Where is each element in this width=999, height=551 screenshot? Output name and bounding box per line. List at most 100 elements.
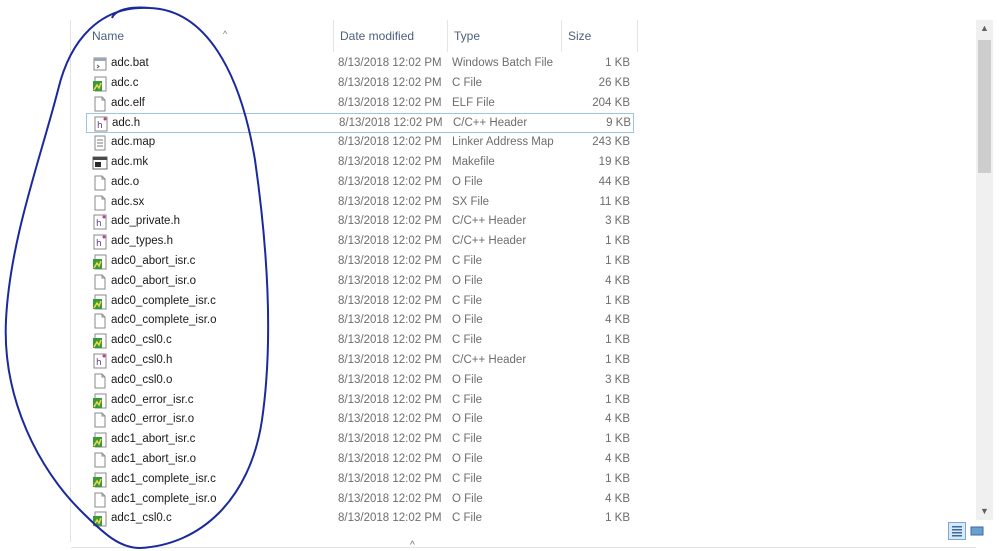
column-header-name[interactable]: Name ^ xyxy=(86,20,334,52)
large-icons-view-icon[interactable] xyxy=(968,522,986,540)
file-size: 1 KB xyxy=(605,235,630,248)
file-size: 3 KB xyxy=(605,215,630,228)
file-name: adc1_abort_isr.o xyxy=(111,453,197,465)
column-header-size[interactable]: Size xyxy=(562,20,638,52)
generic-file-icon xyxy=(92,313,108,329)
file-name: adc_private.h xyxy=(111,215,181,228)
file-row[interactable]: adc0_csl0.o 8/13/2018 12:02 PM O File 3 KB xyxy=(86,371,634,391)
file-name: adc_types.h xyxy=(111,235,174,248)
file-name: adc.mk xyxy=(111,156,149,168)
file-size: 1 KB xyxy=(605,57,630,69)
file-type: ELF File xyxy=(452,96,495,109)
generic-file-icon xyxy=(92,373,108,389)
file-type: C/C++ Header xyxy=(452,215,527,228)
file-type: O File xyxy=(452,274,483,287)
file-name: adc0_error_isr.c xyxy=(111,393,194,406)
file-row[interactable]: adc.map 8/13/2018 12:02 PM Linker Address … xyxy=(86,133,634,153)
file-name: adc.elf xyxy=(111,96,145,109)
file-date-modified: 8/13/2018 12:02 PM xyxy=(338,433,442,446)
file-row[interactable]: adc1_abort_isr.c 8/13/2018 12:02 PM C File… xyxy=(86,430,634,450)
file-row[interactable]: adc.bat 8/13/2018 12:02 PM Windows Batch F… xyxy=(86,54,634,74)
vertical-scrollbar[interactable]: ▲ ▼ xyxy=(976,20,993,520)
file-type: C/C++ Header xyxy=(452,235,527,248)
file-row[interactable]: adc.mk 8/13/2018 12:02 PM Makefile 19 KB xyxy=(86,153,634,173)
file-row[interactable]: adc0_complete_isr.o 8/13/2018 12:02 PM O F… xyxy=(86,311,634,331)
header-file-icon: h xyxy=(92,353,108,369)
file-name: adc0_abort_isr.o xyxy=(111,274,197,287)
generic-file-icon xyxy=(92,492,108,508)
file-row[interactable]: adc0_abort_isr.c 8/13/2018 12:02 PM C File… xyxy=(86,252,634,272)
file-size: 3 KB xyxy=(605,373,630,386)
file-date-modified: 8/13/2018 12:02 PM xyxy=(338,314,442,327)
svg-text:h: h xyxy=(97,121,103,131)
file-name: adc0_csl0.o xyxy=(111,373,173,386)
file-size: 243 KB xyxy=(592,136,630,149)
generic-file-icon xyxy=(92,274,108,290)
file-list-pane: Name ^ Date modified Type Size adc.bat 8/… xyxy=(71,20,976,530)
file-row[interactable]: adc.o 8/13/2018 12:02 PM O File 44 KB xyxy=(86,173,634,193)
scroll-up-icon[interactable]: ▲ xyxy=(976,20,993,37)
file-date-modified: 8/13/2018 12:02 PM xyxy=(339,117,443,130)
generic-file-icon xyxy=(92,452,108,468)
generic-file-icon xyxy=(92,412,108,428)
file-size: 4 KB xyxy=(605,314,630,327)
file-size: 1 KB xyxy=(605,294,630,307)
file-row[interactable]: adc1_csl0.c 8/13/2018 12:02 PM C File 1 KB xyxy=(86,509,634,529)
text-file-icon xyxy=(92,135,108,151)
file-row[interactable]: h adc_types.h 8/13/2018 12:02 PM C/C++ Head… xyxy=(86,232,634,252)
file-size: 11 KB xyxy=(599,195,630,208)
file-row[interactable]: adc.sx 8/13/2018 12:02 PM SX File 11 KB xyxy=(86,193,634,213)
column-header-type[interactable]: Type xyxy=(448,20,562,52)
svg-text:h: h xyxy=(96,239,102,249)
file-row[interactable]: adc1_complete_isr.c 8/13/2018 12:02 PM C F… xyxy=(86,470,634,490)
file-type: C/C++ Header xyxy=(453,117,528,130)
header-file-icon: h xyxy=(93,116,109,132)
file-name: adc1_abort_isr.c xyxy=(111,433,196,446)
column-name-label: Name xyxy=(92,29,125,43)
column-size-label: Size xyxy=(568,29,592,43)
file-row[interactable]: adc0_abort_isr.o 8/13/2018 12:02 PM O File… xyxy=(86,272,634,292)
file-name: adc0_abort_isr.c xyxy=(111,255,196,267)
file-type: C File xyxy=(452,255,483,267)
file-row[interactable]: adc.c 8/13/2018 12:02 PM C File 26 KB xyxy=(86,74,634,94)
file-row[interactable]: adc.elf 8/13/2018 12:02 PM ELF File 204 KB xyxy=(86,94,634,114)
file-size: 1 KB xyxy=(605,354,630,366)
status-bar xyxy=(71,530,976,542)
file-row[interactable]: adc0_error_isr.c 8/13/2018 12:02 PM C File… xyxy=(86,391,634,411)
file-row[interactable]: adc0_error_isr.o 8/13/2018 12:02 PM O File… xyxy=(86,410,634,430)
c-source-file-icon xyxy=(92,432,108,448)
file-date-modified: 8/13/2018 12:02 PM xyxy=(338,96,442,109)
file-type: Windows Batch File xyxy=(452,57,553,69)
file-row[interactable]: adc1_complete_isr.o 8/13/2018 12:02 PM O F… xyxy=(86,490,634,510)
file-row[interactable]: h adc0_csl0.h 8/13/2018 12:02 PM C/C++ Head… xyxy=(86,351,634,371)
scroll-down-icon[interactable]: ▼ xyxy=(976,503,993,520)
file-row[interactable]: h adc_private.h 8/13/2018 12:02 PM C/C++ He… xyxy=(86,212,634,232)
c-source-file-icon xyxy=(92,472,108,488)
details-view-icon[interactable] xyxy=(948,522,966,540)
c-source-file-icon xyxy=(92,254,108,270)
file-date-modified: 8/13/2018 12:02 PM xyxy=(338,492,442,505)
file-type: Linker Address Map xyxy=(452,136,554,149)
scrollbar-thumb[interactable] xyxy=(978,40,991,173)
makefile-icon xyxy=(92,155,108,171)
file-date-modified: 8/13/2018 12:02 PM xyxy=(338,156,442,168)
large-icons-glyph xyxy=(970,526,984,536)
file-row[interactable]: adc1_abort_isr.o 8/13/2018 12:02 PM O File… xyxy=(86,450,634,470)
column-date-label: Date modified xyxy=(340,29,415,43)
file-date-modified: 8/13/2018 12:02 PM xyxy=(338,136,442,149)
column-header-date-modified[interactable]: Date modified xyxy=(334,20,448,52)
file-size: 4 KB xyxy=(605,492,630,505)
file-row[interactable]: adc0_csl0.c 8/13/2018 12:02 PM C File 1 KB xyxy=(86,331,634,351)
file-date-modified: 8/13/2018 12:02 PM xyxy=(338,175,442,188)
file-row[interactable]: h adc.h 8/13/2018 12:02 PM C/C++ Header 9 KB xyxy=(86,113,634,134)
file-size: 9 KB xyxy=(606,117,631,130)
c-source-file-icon xyxy=(92,333,108,349)
file-size: 44 KB xyxy=(598,175,630,188)
file-name: adc.h xyxy=(112,117,141,130)
file-size: 1 KB xyxy=(605,433,630,446)
collapse-chevron-icon[interactable]: ^ xyxy=(410,540,415,551)
file-date-modified: 8/13/2018 12:02 PM xyxy=(338,334,442,347)
file-date-modified: 8/13/2018 12:02 PM xyxy=(338,413,442,426)
file-type: C File xyxy=(452,334,483,347)
file-row[interactable]: adc0_complete_isr.c 8/13/2018 12:02 PM C F… xyxy=(86,292,634,312)
